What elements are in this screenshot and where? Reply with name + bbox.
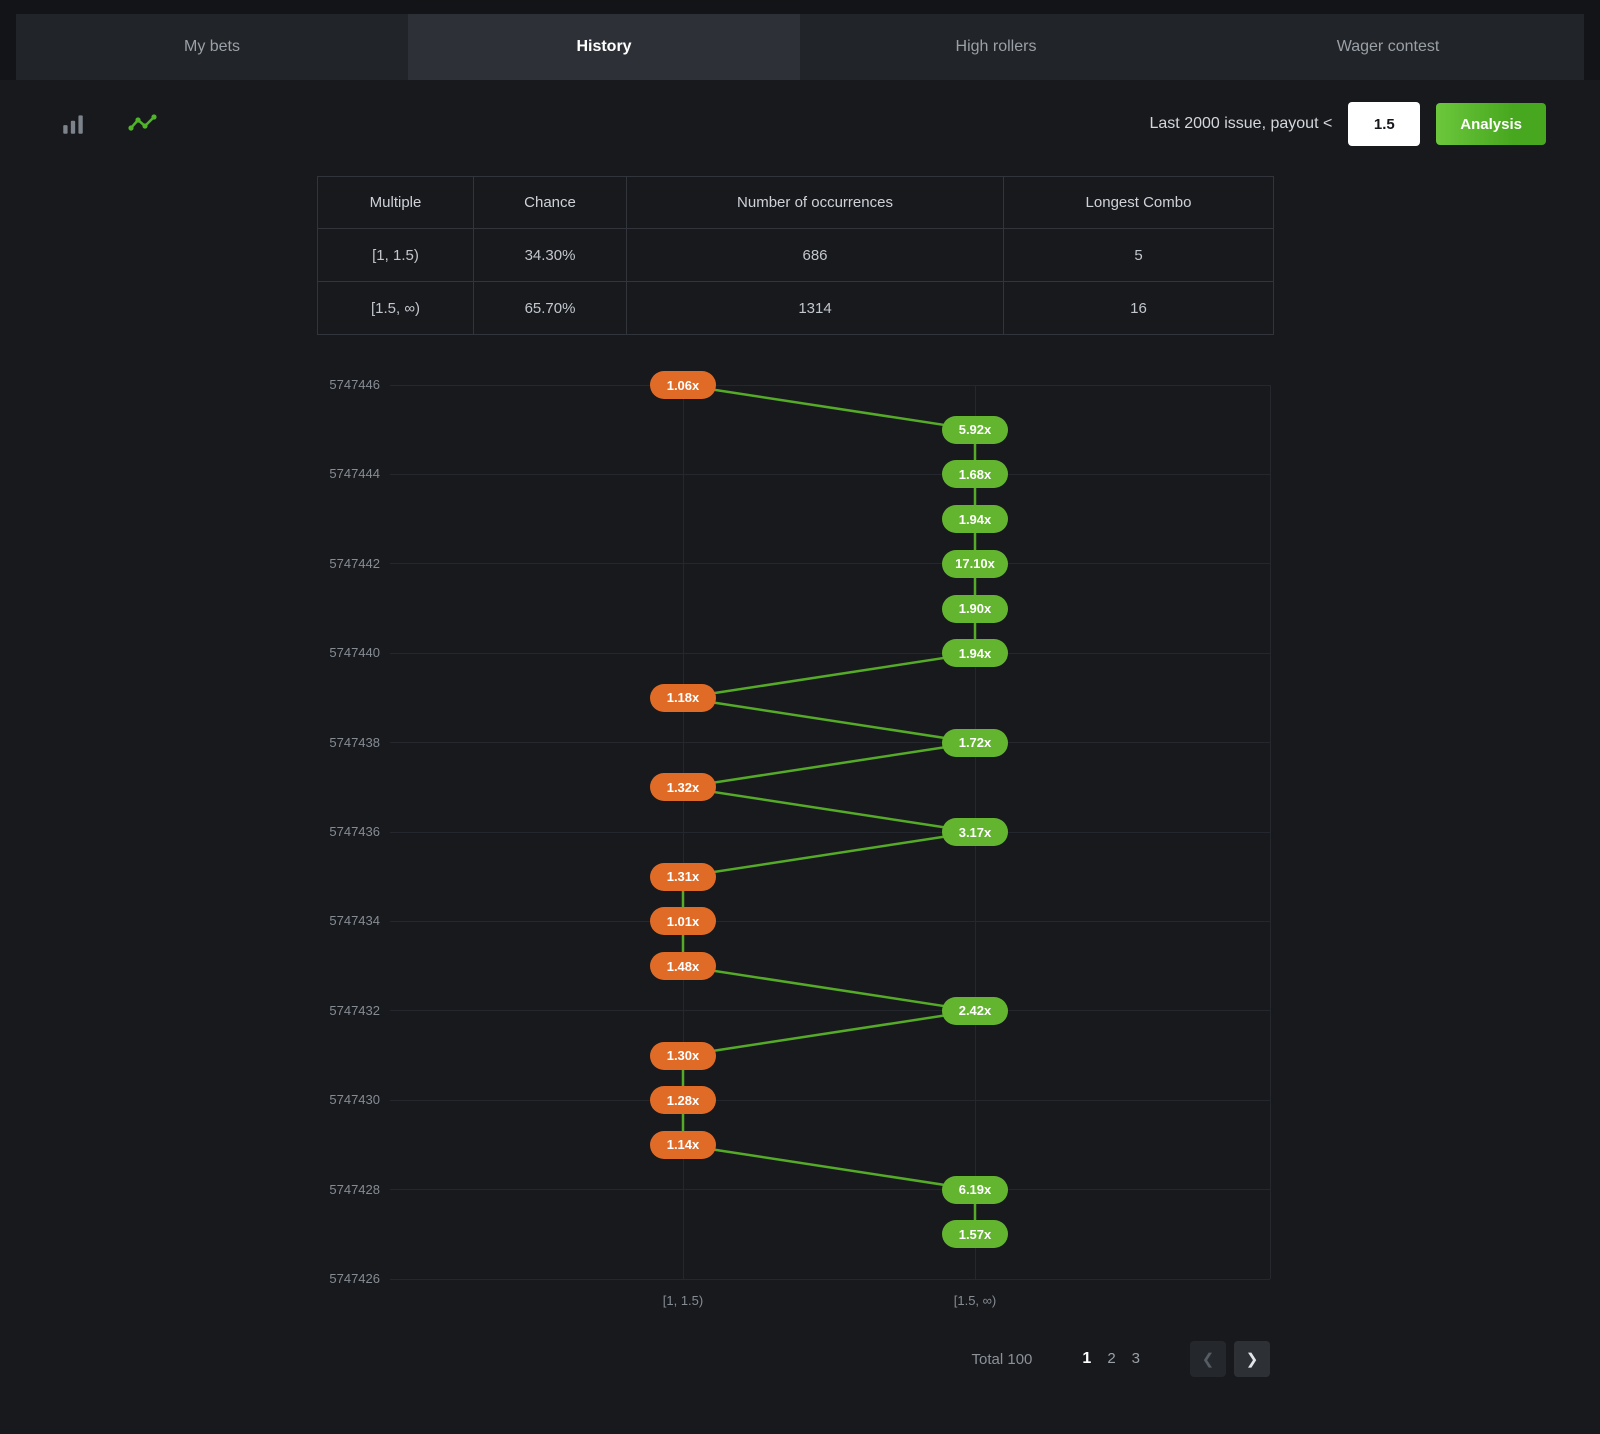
chart-point-pill[interactable]: 1.30x — [650, 1041, 716, 1070]
stats-cell: [1, 1.5) — [317, 228, 474, 282]
y-axis-tick-label: 5747442 — [329, 555, 380, 571]
stats-cell: 65.70% — [473, 281, 627, 335]
y-axis-tick-label: 5747438 — [329, 734, 380, 750]
stats-header-cell: Number of occurrences — [626, 176, 1004, 229]
tab-bar-wrap: My bets History High rollers Wager contest — [0, 14, 1600, 80]
chart-point-pill[interactable]: 1.01x — [650, 907, 716, 936]
tab-high-rollers[interactable]: High rollers — [800, 14, 1192, 80]
y-axis-tick-label: 5747434 — [329, 913, 380, 929]
gridline-horizontal — [390, 384, 1270, 386]
y-axis-tick-label: 5747446 — [329, 377, 380, 392]
next-page-button[interactable]: ❯ — [1234, 1341, 1270, 1377]
y-axis-tick-label: 5747444 — [329, 466, 380, 482]
tab-wager-contest[interactable]: Wager contest — [1192, 14, 1584, 80]
page-number-3[interactable]: 3 — [1124, 1350, 1148, 1367]
gridline-horizontal — [390, 920, 1270, 922]
chart-point-pill[interactable]: 1.31x — [650, 862, 716, 891]
chart-type-switch — [60, 111, 158, 137]
chart-point-pill[interactable]: 1.06x — [650, 371, 716, 399]
chart-point-pill[interactable]: 2.42x — [942, 996, 1008, 1025]
chart-point-pill[interactable]: 1.68x — [942, 460, 1008, 489]
payout-input[interactable] — [1348, 102, 1421, 146]
stats-cell: 16 — [1003, 281, 1274, 335]
stats-header-cell: Multiple — [317, 176, 474, 229]
tab-bar: My bets History High rollers Wager contest — [16, 14, 1584, 80]
chart-point-pill[interactable]: 17.10x — [942, 549, 1008, 578]
gridline-vertical — [1269, 385, 1271, 1279]
stats-cell: 686 — [626, 228, 1004, 282]
stats-cell: 34.30% — [473, 228, 627, 282]
tab-my-bets[interactable]: My bets — [16, 14, 408, 80]
gridline-horizontal — [390, 1278, 1270, 1280]
stats-cell: [1.5, ∞) — [317, 281, 474, 335]
y-axis-tick-label: 5747440 — [329, 645, 380, 661]
y-axis-tick-label: 5747428 — [329, 1181, 380, 1197]
stats-cell: 5 — [1003, 228, 1274, 282]
gridline-horizontal — [390, 831, 1270, 833]
y-axis-tick-label: 5747426 — [329, 1271, 380, 1286]
chart-point-pill[interactable]: 6.19x — [942, 1175, 1008, 1204]
filter-label: Last 2000 issue, payout < — [1149, 115, 1333, 132]
stats-header-cell: Chance — [473, 176, 627, 229]
x-axis-category-label: [1, 1.5) — [662, 1293, 704, 1308]
pagination: Total 100 123 ❮ ❯ — [0, 1341, 1270, 1377]
top-strip — [0, 0, 1600, 14]
chart-point-pill[interactable]: 1.94x — [942, 639, 1008, 668]
chart-point-pill[interactable]: 1.48x — [650, 952, 716, 981]
chart-point-pill[interactable]: 1.94x — [942, 505, 1008, 534]
bar-chart-icon[interactable] — [60, 111, 86, 137]
gridline-horizontal — [390, 1010, 1270, 1012]
chart-point-pill[interactable]: 1.90x — [942, 594, 1008, 623]
gridline-horizontal — [390, 473, 1270, 475]
analysis-button[interactable]: Analysis — [1436, 103, 1546, 145]
chart-point-pill[interactable]: 1.18x — [650, 683, 716, 712]
chart-point-pill[interactable]: 1.57x — [942, 1220, 1008, 1249]
gridline-horizontal — [390, 1099, 1270, 1101]
y-axis-tick-label: 5747432 — [329, 1002, 380, 1018]
chart-line-layer — [681, 383, 977, 1235]
stats-table-row: [1.5, ∞) 65.70% 1314 16 — [317, 281, 1274, 335]
y-axis-tick-label: 5747430 — [329, 1092, 380, 1108]
trend-chart-icon[interactable] — [128, 113, 158, 135]
tab-history[interactable]: History — [408, 14, 800, 80]
multiplier-history-chart: 5747446 5747444 5747442 5747440 5747438 57474… — [0, 365, 1600, 1325]
gridline-horizontal — [390, 1189, 1270, 1191]
page-number-1[interactable]: 1 — [1074, 1350, 1099, 1367]
stats-table-header-row: Multiple Chance Number of occurrences Longe… — [317, 176, 1274, 229]
chart-point-pill[interactable]: 1.72x — [942, 728, 1008, 757]
stats-table: Multiple Chance Number of occurrences Longe… — [317, 176, 1274, 335]
stats-header-cell: Longest Combo — [1003, 176, 1274, 229]
filter-group: Last 2000 issue, payout < Analysis — [1149, 102, 1546, 146]
chart-point-pill[interactable]: 1.14x — [650, 1130, 716, 1159]
chart-point-pill[interactable]: 1.28x — [650, 1086, 716, 1115]
prev-page-button[interactable]: ❮ — [1190, 1341, 1226, 1377]
page-number-2[interactable]: 2 — [1099, 1350, 1123, 1367]
toolbar: Last 2000 issue, payout < Analysis — [0, 80, 1600, 168]
total-label: Total 100 — [971, 1350, 1033, 1368]
chart-point-pill[interactable]: 5.92x — [942, 415, 1008, 444]
page-list: 123 — [1074, 1350, 1148, 1368]
stats-cell: 1314 — [626, 281, 1004, 335]
chart-point-pill[interactable]: 3.17x — [942, 818, 1008, 846]
y-axis-tick-label: 5747436 — [329, 824, 380, 839]
gridline-horizontal — [390, 563, 1270, 565]
chart-point-pill[interactable]: 1.32x — [650, 773, 716, 802]
gridline-horizontal — [390, 742, 1270, 744]
stats-table-row: [1, 1.5) 34.30% 686 5 — [317, 228, 1274, 282]
gridline-horizontal — [390, 652, 1270, 654]
x-axis-category-label: [1.5, ∞) — [953, 1293, 997, 1308]
